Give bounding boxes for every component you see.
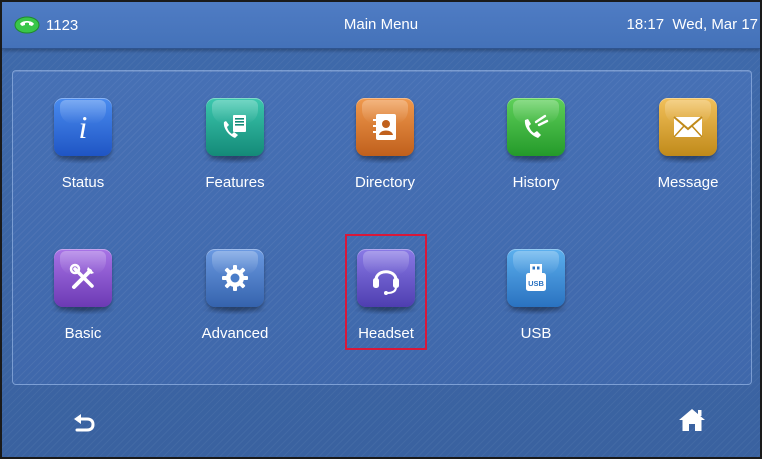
date: Wed, Mar 17 — [672, 16, 758, 33]
back-button[interactable] — [64, 407, 104, 441]
call-log-icon — [507, 98, 565, 156]
home-button[interactable] — [672, 405, 712, 439]
back-arrow-icon — [71, 411, 97, 438]
menu-item-label: Advanced — [201, 325, 269, 342]
status-bar: 1123 Main Menu 18:17 Wed, Mar 17 — [2, 2, 760, 49]
envelope-icon — [659, 98, 717, 156]
time: 18:17 — [626, 16, 665, 33]
usb-icon: USB — [507, 249, 565, 307]
svg-text:i: i — [79, 109, 88, 145]
menu-item-status[interactable]: i Status — [23, 98, 143, 218]
home-icon — [677, 407, 707, 438]
menu-item-features[interactable]: Features — [175, 98, 295, 218]
menu-item-label: History — [512, 174, 560, 191]
tools-icon — [54, 249, 112, 307]
info-icon: i — [54, 98, 112, 156]
menu-item-directory[interactable]: Directory — [325, 98, 445, 218]
menu-item-usb[interactable]: USB USB — [476, 249, 596, 369]
menu-item-message[interactable]: Message — [628, 98, 748, 218]
menu-item-label: Message — [657, 174, 719, 191]
phone-document-icon — [206, 98, 264, 156]
menu-item-advanced[interactable]: Advanced — [175, 249, 295, 369]
menu-item-label: Basic — [64, 325, 102, 342]
menu-item-basic[interactable]: Basic — [23, 249, 143, 369]
phone-screen: 1123 Main Menu 18:17 Wed, Mar 17 i Statu… — [0, 0, 762, 459]
gear-icon — [206, 249, 264, 307]
menu-item-label: USB — [520, 325, 552, 342]
menu-item-history[interactable]: History — [476, 98, 596, 218]
menu-item-label: Directory — [354, 174, 415, 191]
svg-text:USB: USB — [528, 279, 544, 288]
menu-item-label: Features — [205, 174, 265, 191]
menu-item-label: Status — [61, 174, 105, 191]
clock: 18:17 Wed, Mar 17 — [627, 16, 758, 33]
address-book-icon — [356, 98, 414, 156]
